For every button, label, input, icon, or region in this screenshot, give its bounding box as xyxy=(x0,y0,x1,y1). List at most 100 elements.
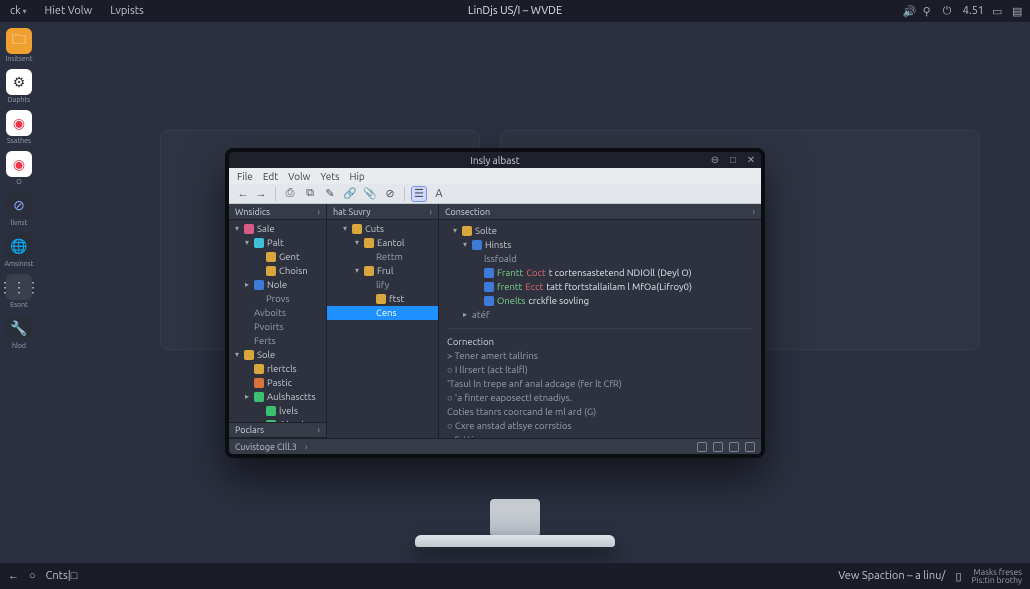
folder-icon xyxy=(364,238,374,248)
close-button[interactable]: ✕ xyxy=(745,154,757,166)
tree-label: ftst xyxy=(389,292,404,306)
tree-label: Provs xyxy=(266,292,290,306)
main-header[interactable]: Consection › xyxy=(439,204,761,220)
tree-item[interactable]: Pastic xyxy=(229,376,326,390)
tree-label: Aulshasctts xyxy=(267,390,316,404)
tree-item[interactable]: ▸Nole xyxy=(229,278,326,292)
tree-item[interactable]: rlertcls xyxy=(229,362,326,376)
chevron-icon[interactable]: › xyxy=(317,425,320,435)
launcher-wrench[interactable]: 🔧hlod xyxy=(4,315,34,350)
tree-label: Cens xyxy=(376,306,397,320)
save-icon[interactable]: ⎙ xyxy=(282,186,298,202)
taskbar-circle-icon[interactable]: ○ xyxy=(29,570,36,582)
power-icon[interactable]: ⏻ xyxy=(943,5,955,17)
launcher-grid[interactable]: ⋮⋮⋮ Esont xyxy=(4,274,34,309)
menu-volw[interactable]: Volw xyxy=(288,171,310,182)
panel-menu-ck[interactable]: ck xyxy=(6,5,31,17)
tree-item[interactable]: Ferts xyxy=(229,334,326,348)
tree-item[interactable]: Rettm xyxy=(327,250,438,264)
launcher-disk[interactable]: ⊘livnst xyxy=(4,192,34,227)
editor-titlebar[interactable]: Insly albast ⊖ □ ✕ xyxy=(229,152,761,168)
launcher-chrome2[interactable]: ◉O xyxy=(4,151,34,186)
maximize-button[interactable]: □ xyxy=(727,154,739,166)
content-line: ○ 'a finter eaposectl etnadiys. xyxy=(447,391,753,405)
chevron-icon[interactable]: › xyxy=(317,207,320,217)
tree-label: Cuts xyxy=(365,222,384,236)
launcher-chrome1[interactable]: ◉Ssathes xyxy=(4,110,34,145)
panel-menu-view[interactable]: Hiet Volw xyxy=(41,5,97,17)
tree-item[interactable]: ftst xyxy=(327,292,438,306)
menu-yets[interactable]: Yets xyxy=(320,171,339,182)
tree-item[interactable]: Cens xyxy=(327,306,438,320)
tree-item[interactable]: lvels xyxy=(229,404,326,418)
tree-item[interactable]: ▾Palt xyxy=(229,236,326,250)
tree-item[interactable]: ▾Frul xyxy=(327,264,438,278)
content-row[interactable]: ▾Solte xyxy=(447,224,753,238)
tree-item[interactable]: ▾Sole xyxy=(229,348,326,362)
tree-item[interactable]: Avboits xyxy=(229,306,326,320)
battery-icon[interactable]: ▭ xyxy=(992,5,1004,17)
folder-icon xyxy=(266,406,276,416)
sidebar-footer[interactable]: Poclars › xyxy=(229,422,326,438)
nav-back-icon[interactable]: ← xyxy=(235,186,251,202)
tree-item[interactable]: Pvoirts xyxy=(229,320,326,334)
audio-icon[interactable]: 🔊 xyxy=(903,5,915,17)
content-row[interactable]: Onelts crckfle sovling xyxy=(447,294,753,308)
status-label[interactable]: Cuvistoge CIll.3 xyxy=(235,442,297,452)
copy-icon[interactable]: ⧉ xyxy=(302,186,318,202)
launcher-globe[interactable]: 🌐Amsinnst xyxy=(4,233,34,268)
chevron-icon[interactable]: › xyxy=(752,207,755,217)
tree-item[interactable]: ▾Eantol xyxy=(327,236,438,250)
tree-item[interactable]: Provs xyxy=(229,292,326,306)
status-icon[interactable] xyxy=(697,442,707,452)
chevron-icon[interactable]: › xyxy=(305,442,308,452)
taskbar-back-icon[interactable]: ← xyxy=(8,570,19,582)
launcher-files[interactable]: 🗀Insitsent xyxy=(4,28,34,63)
grid-icon: ⋮⋮⋮ xyxy=(6,274,32,300)
folder-icon xyxy=(266,266,276,276)
wifi-icon[interactable]: ⚲ xyxy=(923,5,935,17)
link-icon[interactable]: 🔗 xyxy=(342,186,358,202)
text-icon[interactable]: A xyxy=(431,186,447,202)
panel-menu-layouts[interactable]: Lvpists xyxy=(106,5,148,17)
attach-icon[interactable]: 📎 xyxy=(362,186,378,202)
launcher-label: O xyxy=(16,179,21,186)
tree-label: lvels xyxy=(279,404,298,418)
launcher-settings[interactable]: ⚙Daphts xyxy=(4,69,34,104)
content-row[interactable]: Frantt Coct t cortensastetend NDIOll (De… xyxy=(447,266,753,280)
tag-icon[interactable]: ⊘ xyxy=(382,186,398,202)
main-content: ▾Solte▾HinstslssfoaldFrantt Coct t corte… xyxy=(439,220,761,438)
editor-toolbar: ← → ⎙ ⧉ ✎ 🔗 📎 ⊘ ☰ A xyxy=(229,184,761,204)
nav-fwd-icon[interactable]: → xyxy=(253,186,269,202)
tree-item[interactable]: ▸Aulshasctts xyxy=(229,390,326,404)
sidebar-header[interactable]: Wnsidics › xyxy=(229,204,326,220)
layout-icon[interactable]: ☰ xyxy=(411,186,427,202)
menu-edt[interactable]: Edt xyxy=(263,171,278,182)
taskbar-indicator-icon[interactable]: ▯ xyxy=(955,570,961,583)
folder-icon xyxy=(376,294,386,304)
tree-item[interactable]: lify xyxy=(327,278,438,292)
status-icon[interactable] xyxy=(745,442,755,452)
taskbar-micro: Masks freses Pis:tin brothy xyxy=(972,568,1023,585)
content-row[interactable]: ▸atéf xyxy=(447,308,753,322)
tree-item[interactable]: ▾Sale xyxy=(229,222,326,236)
menu-hip[interactable]: Hip xyxy=(350,171,365,182)
taskbar-label[interactable]: Cnts|□ xyxy=(46,570,78,582)
tree-item[interactable]: ▾Cuts xyxy=(327,222,438,236)
status-icon[interactable] xyxy=(713,442,723,452)
menu-file[interactable]: File xyxy=(237,171,253,182)
content-row[interactable]: lssfoald xyxy=(447,252,753,266)
battery-percent: 4.51 xyxy=(963,5,984,17)
status-icon[interactable] xyxy=(729,442,739,452)
edit-icon[interactable]: ✎ xyxy=(322,186,338,202)
tree-item[interactable]: Gent xyxy=(229,250,326,264)
content-row[interactable]: ▾Hinsts xyxy=(447,238,753,252)
minimize-button[interactable]: ⊖ xyxy=(709,154,721,166)
chevron-icon[interactable]: › xyxy=(429,207,432,217)
launcher-label: Amsinnst xyxy=(4,261,33,268)
menu-icon[interactable]: ▤ xyxy=(1012,5,1024,17)
launcher-label: Esont xyxy=(10,302,28,309)
explorer-header[interactable]: hat Suvry › xyxy=(327,204,438,220)
content-row[interactable]: frentt Ecct tatt ftortstallailam l MfOa(… xyxy=(447,280,753,294)
tree-item[interactable]: Choisn xyxy=(229,264,326,278)
